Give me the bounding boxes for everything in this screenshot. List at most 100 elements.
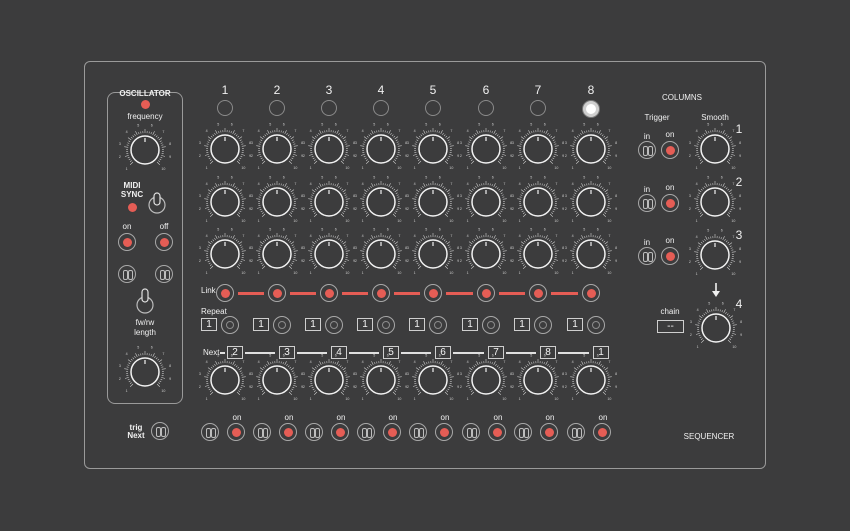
next-value[interactable]: 7 <box>488 346 504 359</box>
step-trigger-button[interactable] <box>279 423 297 441</box>
repeat-value[interactable]: 1 <box>201 318 217 331</box>
repeat-button[interactable] <box>429 316 447 334</box>
step-trigger-toggle[interactable] <box>357 423 375 441</box>
link-button[interactable] <box>529 284 547 302</box>
step-knob-row-1[interactable]: 12345 678910 <box>195 119 255 179</box>
step-knob-row-2[interactable]: 12345 678910 <box>561 172 621 232</box>
step-trigger-button[interactable] <box>435 423 453 441</box>
step-knob-row-1[interactable]: 12345 678910 <box>247 119 307 179</box>
step-knob-row-4[interactable]: 12345 678910 <box>247 350 307 410</box>
osc-off-button[interactable] <box>155 233 173 251</box>
osc-toggle-1[interactable] <box>118 265 136 283</box>
step-knob-row-3[interactable]: 12345 678910 <box>351 224 411 284</box>
step-trigger-button[interactable] <box>540 423 558 441</box>
step-knob-row-1[interactable]: 12345 678910 <box>561 119 621 179</box>
step-knob-row-1[interactable]: 12345 678910 <box>508 119 568 179</box>
step-knob-row-1[interactable]: 12345 678910 <box>299 119 359 179</box>
osc-on-button[interactable] <box>118 233 136 251</box>
knob-scale-label: 1 <box>467 166 469 170</box>
step-knob-row-4[interactable]: 12345 678910 <box>456 350 516 410</box>
step-trigger-button[interactable] <box>227 423 245 441</box>
step-trigger-button[interactable] <box>593 423 611 441</box>
repeat-button[interactable] <box>482 316 500 334</box>
step-knob-row-2[interactable]: 12345 678910 <box>403 172 463 232</box>
repeat-value[interactable]: 1 <box>462 318 478 331</box>
step-knob-row-4[interactable]: 12345 678910 <box>299 350 359 410</box>
step-knob-row-4[interactable]: 12345 678910 <box>508 350 568 410</box>
step-trigger-toggle[interactable] <box>514 423 532 441</box>
step-trigger-button[interactable] <box>331 423 349 441</box>
link-button[interactable] <box>372 284 390 302</box>
repeat-value[interactable]: 1 <box>357 318 373 331</box>
repeat-button[interactable] <box>221 316 239 334</box>
step-trigger-toggle[interactable] <box>253 423 271 441</box>
step-knob-row-2[interactable]: 12345 678910 <box>456 172 516 232</box>
direction-toggle[interactable] <box>135 287 155 315</box>
step-trigger-toggle[interactable] <box>305 423 323 441</box>
step-knob-row-3[interactable]: 12345 678910 <box>561 224 621 284</box>
next-value[interactable]: 1 <box>593 346 609 359</box>
frequency-knob[interactable]: 1 2 3 4 5 6 7 8 9 10 <box>115 120 175 180</box>
repeat-button[interactable] <box>273 316 291 334</box>
link-button[interactable] <box>477 284 495 302</box>
next-value[interactable]: 3 <box>279 346 295 359</box>
repeat-button[interactable] <box>377 316 395 334</box>
next-value[interactable]: 6 <box>435 346 451 359</box>
repeat-value[interactable]: 1 <box>409 318 425 331</box>
repeat-button[interactable] <box>325 316 343 334</box>
repeat-value[interactable]: 1 <box>253 318 269 331</box>
midi-sync-toggle[interactable] <box>147 191 167 215</box>
column-trigger-button[interactable] <box>661 247 679 265</box>
column-trigger-button[interactable] <box>661 194 679 212</box>
next-value[interactable]: 5 <box>383 346 399 359</box>
step-trigger-toggle[interactable] <box>567 423 585 441</box>
step-knob-row-3[interactable]: 12345 678910 <box>403 224 463 284</box>
link-button[interactable] <box>424 284 442 302</box>
step-trigger-toggle[interactable] <box>409 423 427 441</box>
step-knob-row-3[interactable]: 12345 678910 <box>299 224 359 284</box>
length-knob[interactable]: 1 2 3 4 5 6 7 8 9 10 <box>115 342 175 402</box>
knob-scale-label: 7 <box>242 182 244 186</box>
column-trigger-toggle[interactable] <box>638 194 656 212</box>
repeat-value[interactable]: 1 <box>305 318 321 331</box>
step-trigger-button[interactable] <box>383 423 401 441</box>
step-knob-row-4[interactable]: 12345 678910 <box>561 350 621 410</box>
repeat-button[interactable] <box>534 316 552 334</box>
step-knob-row-3[interactable]: 12345 678910 <box>508 224 568 284</box>
step-knob-row-1[interactable]: 12345 678910 <box>456 119 516 179</box>
step-knob-row-4[interactable]: 12345 678910 <box>403 350 463 410</box>
next-connector <box>506 352 536 354</box>
column-trigger-button[interactable] <box>661 141 679 159</box>
link-button[interactable] <box>582 284 600 302</box>
step-knob-row-1[interactable]: 12345 678910 <box>403 119 463 179</box>
repeat-value[interactable]: 1 <box>514 318 530 331</box>
chain-display[interactable]: -- <box>657 320 684 333</box>
trig-next-button[interactable] <box>151 422 169 440</box>
step-knob-row-2[interactable]: 12345 678910 <box>195 172 255 232</box>
step-trigger-toggle[interactable] <box>462 423 480 441</box>
osc-toggle-2[interactable] <box>155 265 173 283</box>
step-trigger-toggle[interactable] <box>201 423 219 441</box>
repeat-button[interactable] <box>587 316 605 334</box>
repeat-value[interactable]: 1 <box>567 318 583 331</box>
step-knob-row-2[interactable]: 12345 678910 <box>247 172 307 232</box>
step-knob-row-3[interactable]: 12345 678910 <box>247 224 307 284</box>
step-knob-row-3[interactable]: 12345 678910 <box>195 224 255 284</box>
step-knob-row-4[interactable]: 12345 678910 <box>195 350 255 410</box>
step-knob-row-2[interactable]: 12345 678910 <box>299 172 359 232</box>
column-trigger-toggle[interactable] <box>638 141 656 159</box>
next-value[interactable]: 2 <box>227 346 243 359</box>
step-knob-row-2[interactable]: 12345 678910 <box>508 172 568 232</box>
knob-scale-label: 7 <box>450 360 452 364</box>
link-button[interactable] <box>320 284 338 302</box>
step-knob-row-2[interactable]: 12345 678910 <box>351 172 411 232</box>
link-button[interactable] <box>216 284 234 302</box>
next-value[interactable]: 8 <box>540 346 556 359</box>
step-knob-row-4[interactable]: 12345 678910 <box>351 350 411 410</box>
step-knob-row-3[interactable]: 12345 678910 <box>456 224 516 284</box>
link-button[interactable] <box>268 284 286 302</box>
column-trigger-toggle[interactable] <box>638 247 656 265</box>
step-knob-row-1[interactable]: 12345 678910 <box>351 119 411 179</box>
next-value[interactable]: 4 <box>331 346 347 359</box>
step-trigger-button[interactable] <box>488 423 506 441</box>
